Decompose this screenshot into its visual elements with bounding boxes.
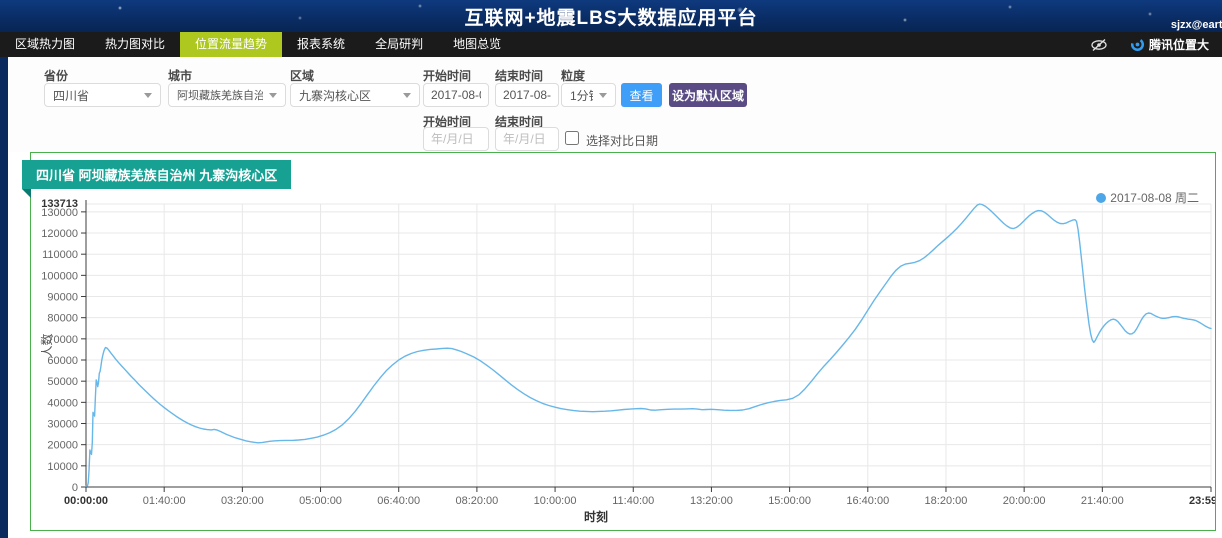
region-value: 九寨沟核心区: [299, 87, 371, 104]
svg-text:13:20:00: 13:20:00: [690, 495, 733, 507]
city-select[interactable]: 阿坝藏族羌族自治州: [168, 83, 286, 107]
compare-date-checkbox[interactable]: [565, 131, 579, 145]
chevron-down-icon: [599, 93, 607, 98]
svg-text:120000: 120000: [41, 228, 78, 240]
eye-off-icon[interactable]: [1090, 38, 1108, 52]
province-select[interactable]: 四川省: [44, 83, 161, 107]
chevron-down-icon: [269, 93, 277, 98]
svg-text:10000: 10000: [47, 461, 78, 473]
brand-area: 腾讯位置大: [1130, 36, 1222, 53]
svg-text:90000: 90000: [47, 292, 78, 304]
svg-text:20000: 20000: [47, 440, 78, 452]
brand-label: 腾讯位置大: [1149, 36, 1209, 53]
svg-text:50000: 50000: [47, 376, 78, 388]
traffic-trend-line-chart: 0100002000030000400005000060000700008000…: [31, 153, 1215, 530]
svg-text:100000: 100000: [41, 270, 78, 282]
page-title: 互联网+地震LBS大数据应用平台: [0, 3, 1222, 30]
svg-text:110000: 110000: [42, 249, 78, 261]
svg-text:18:20:00: 18:20:00: [925, 495, 968, 507]
city-label: 城市: [168, 67, 192, 84]
start-date-input[interactable]: [423, 83, 489, 107]
svg-text:21:40:00: 21:40:00: [1081, 495, 1124, 507]
set-default-region-button[interactable]: 设为默认区域: [669, 83, 747, 107]
province-label: 省份: [44, 67, 68, 84]
svg-text:08:20:00: 08:20:00: [455, 495, 498, 507]
nav-tab-location-traffic-trend[interactable]: 位置流量趋势: [180, 32, 282, 57]
end-time-label: 结束时间: [495, 67, 543, 84]
svg-text:时刻: 时刻: [584, 509, 608, 524]
svg-text:00:00:00: 00:00:00: [64, 495, 108, 507]
account-label: sjzx@earthq: [1171, 19, 1222, 31]
nav-tab-map-overview[interactable]: 地图总览: [438, 32, 516, 57]
svg-text:0: 0: [72, 482, 78, 494]
nav-tab-report-system[interactable]: 报表系统: [282, 32, 360, 57]
view-button[interactable]: 查看: [621, 83, 662, 107]
svg-text:20:00:00: 20:00:00: [1003, 495, 1046, 507]
chart-panel: 四川省 阿坝藏族羌族自治州 九寨沟核心区 2017-08-08 周二 01000…: [30, 152, 1216, 531]
page-content: 省份 四川省 城市 阿坝藏族羌族自治州 区域 九寨沟核心区 开始时间 结束时间 …: [8, 57, 1222, 538]
compare-end-input[interactable]: [495, 127, 559, 151]
svg-text:80000: 80000: [47, 313, 78, 325]
compare-start-input[interactable]: [423, 127, 489, 151]
granularity-select[interactable]: 1分钟: [561, 83, 616, 107]
end-date-input[interactable]: [495, 83, 559, 107]
svg-text:23:59:00: 23:59:00: [1189, 495, 1215, 507]
main-nav: 区域热力图 热力图对比 位置流量趋势 报表系统 全局研判 地图总览 腾讯位置大: [0, 32, 1222, 57]
start-time-label: 开始时间: [423, 67, 471, 84]
legend-dot-icon: [1096, 193, 1106, 203]
svg-text:03:20:00: 03:20:00: [221, 495, 264, 507]
svg-text:01:40:00: 01:40:00: [143, 495, 186, 507]
city-value: 阿坝藏族羌族自治州: [177, 87, 263, 103]
svg-text:06:40:00: 06:40:00: [377, 495, 420, 507]
svg-text:15:00:00: 15:00:00: [768, 495, 811, 507]
svg-text:11:40:00: 11:40:00: [612, 495, 654, 507]
svg-text:10:00:00: 10:00:00: [534, 495, 577, 507]
chart-legend[interactable]: 2017-08-08 周二: [1096, 189, 1199, 206]
svg-text:人数: 人数: [39, 333, 54, 357]
region-select[interactable]: 九寨沟核心区: [290, 83, 420, 107]
nav-tab-heatmap-compare[interactable]: 热力图对比: [90, 32, 180, 57]
region-badge: 四川省 阿坝藏族羌族自治州 九寨沟核心区: [22, 160, 291, 189]
nav-tab-region-heatmap[interactable]: 区域热力图: [0, 32, 90, 57]
chevron-down-icon: [144, 93, 152, 98]
chevron-down-icon: [403, 93, 411, 98]
svg-text:16:40:00: 16:40:00: [846, 495, 889, 507]
svg-text:30000: 30000: [47, 419, 78, 431]
tencent-location-logo: [1130, 37, 1145, 52]
nav-tab-global-judgement[interactable]: 全局研判: [360, 32, 438, 57]
svg-text:133713: 133713: [41, 198, 78, 210]
granularity-label: 粒度: [561, 67, 585, 84]
province-value: 四川省: [53, 87, 89, 104]
region-label: 区域: [290, 67, 314, 84]
svg-text:05:00:00: 05:00:00: [299, 495, 342, 507]
filter-panel: 省份 四川省 城市 阿坝藏族羌族自治州 区域 九寨沟核心区 开始时间 结束时间 …: [8, 57, 1222, 152]
svg-text:40000: 40000: [47, 397, 78, 409]
granularity-value: 1分钟: [570, 87, 593, 104]
app-banner: 互联网+地震LBS大数据应用平台 sjzx@earthq: [0, 0, 1222, 32]
legend-label: 2017-08-08 周二: [1110, 189, 1199, 206]
compare-date-checkbox-label: 选择对比日期: [586, 132, 658, 149]
